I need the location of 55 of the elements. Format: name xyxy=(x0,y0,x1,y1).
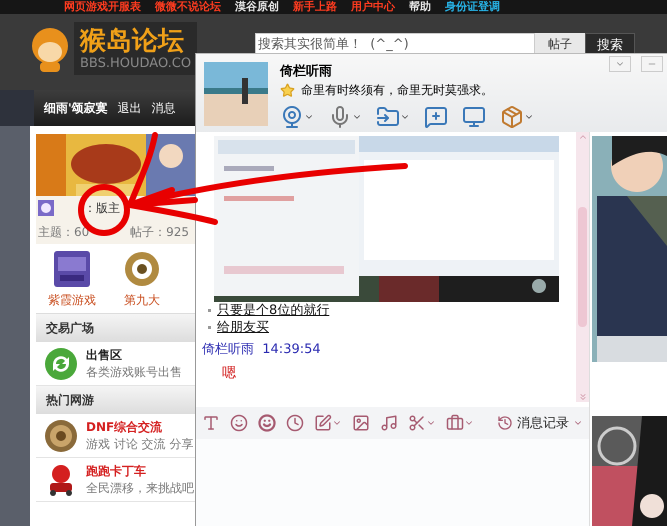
game-logo-icon xyxy=(52,248,92,288)
board-name[interactable]: 跑跑卡丁车 xyxy=(86,462,194,480)
game-link[interactable]: 紫霞游戏 xyxy=(48,248,96,308)
history-icon xyxy=(497,415,513,431)
message-input[interactable] xyxy=(196,439,589,526)
board-name[interactable]: DNF综合交流 xyxy=(86,418,194,436)
board-description: 游戏 讨论 交流 分享 xyxy=(86,436,194,452)
edit-icon[interactable] xyxy=(314,414,342,432)
message-link[interactable]: 只要是个8位的就行 xyxy=(208,302,576,319)
top-link[interactable]: 漠谷原创 xyxy=(235,1,279,13)
post-count: 帖子：925 xyxy=(130,224,189,240)
top-link[interactable]: 新手上路 xyxy=(293,1,337,13)
top-link[interactable]: 用户中心 xyxy=(351,1,395,13)
star-icon xyxy=(280,83,295,98)
scissors-icon[interactable] xyxy=(408,414,436,432)
music-icon[interactable] xyxy=(380,414,398,432)
nav-link[interactable]: 细雨'颂寂寞 xyxy=(44,100,108,116)
message-add-icon[interactable] xyxy=(424,105,448,129)
smiley-icon[interactable] xyxy=(230,414,248,432)
folder-icon[interactable] xyxy=(376,105,410,129)
forum-logo-url: BBS.HOUDAO.CO xyxy=(80,56,192,71)
top-link[interactable]: 帮助 xyxy=(409,1,431,13)
monkey-mascot-icon xyxy=(30,26,70,72)
briefcase-icon[interactable] xyxy=(446,414,474,432)
history-button[interactable]: 消息记录 xyxy=(497,414,583,432)
message-text: 嗯 xyxy=(222,364,237,382)
nav-link[interactable]: 退出 xyxy=(118,100,142,116)
contact-name: 倚栏听雨 xyxy=(280,63,333,80)
contact-signature: 命里有时终须有，命里无时莫强求。 xyxy=(301,82,493,99)
monitor-icon[interactable] xyxy=(462,105,486,129)
section-title: 热门网游 xyxy=(36,386,195,414)
game-link[interactable]: 第九大 xyxy=(122,248,162,308)
face-icon[interactable] xyxy=(258,414,276,432)
avatar-icon xyxy=(38,200,54,216)
user-role: ：版主 xyxy=(84,200,120,216)
recycle-icon xyxy=(44,346,78,380)
section-title: 交易广场 xyxy=(36,314,195,342)
box-icon[interactable] xyxy=(500,105,534,129)
emblem-icon xyxy=(44,418,78,452)
board-description: 各类游戏账号出售 xyxy=(86,364,182,380)
board-description: 全民漂移，来挑战吧 xyxy=(86,480,194,496)
font-icon[interactable] xyxy=(202,414,220,432)
scrollbar[interactable] xyxy=(576,132,589,402)
image-icon[interactable] xyxy=(352,414,370,432)
top-link[interactable]: 身份证登调 xyxy=(445,1,500,13)
message-sender-time: 倚栏听雨 14:39:54 xyxy=(202,341,322,358)
nav-link[interactable]: 消息 xyxy=(152,100,176,116)
forum-logo-title: 猴岛论坛 xyxy=(80,26,185,56)
board-name[interactable]: 出售区 xyxy=(86,346,182,364)
top-link[interactable]: 微微不说论坛 xyxy=(155,1,221,13)
clock-icon[interactable] xyxy=(286,414,304,432)
top-link[interactable]: 网页游戏开服表 xyxy=(64,1,141,13)
scroll-bottom-icon xyxy=(578,392,588,402)
webcam-icon[interactable] xyxy=(280,105,314,129)
message-link[interactable]: 给朋友买 xyxy=(208,319,576,336)
